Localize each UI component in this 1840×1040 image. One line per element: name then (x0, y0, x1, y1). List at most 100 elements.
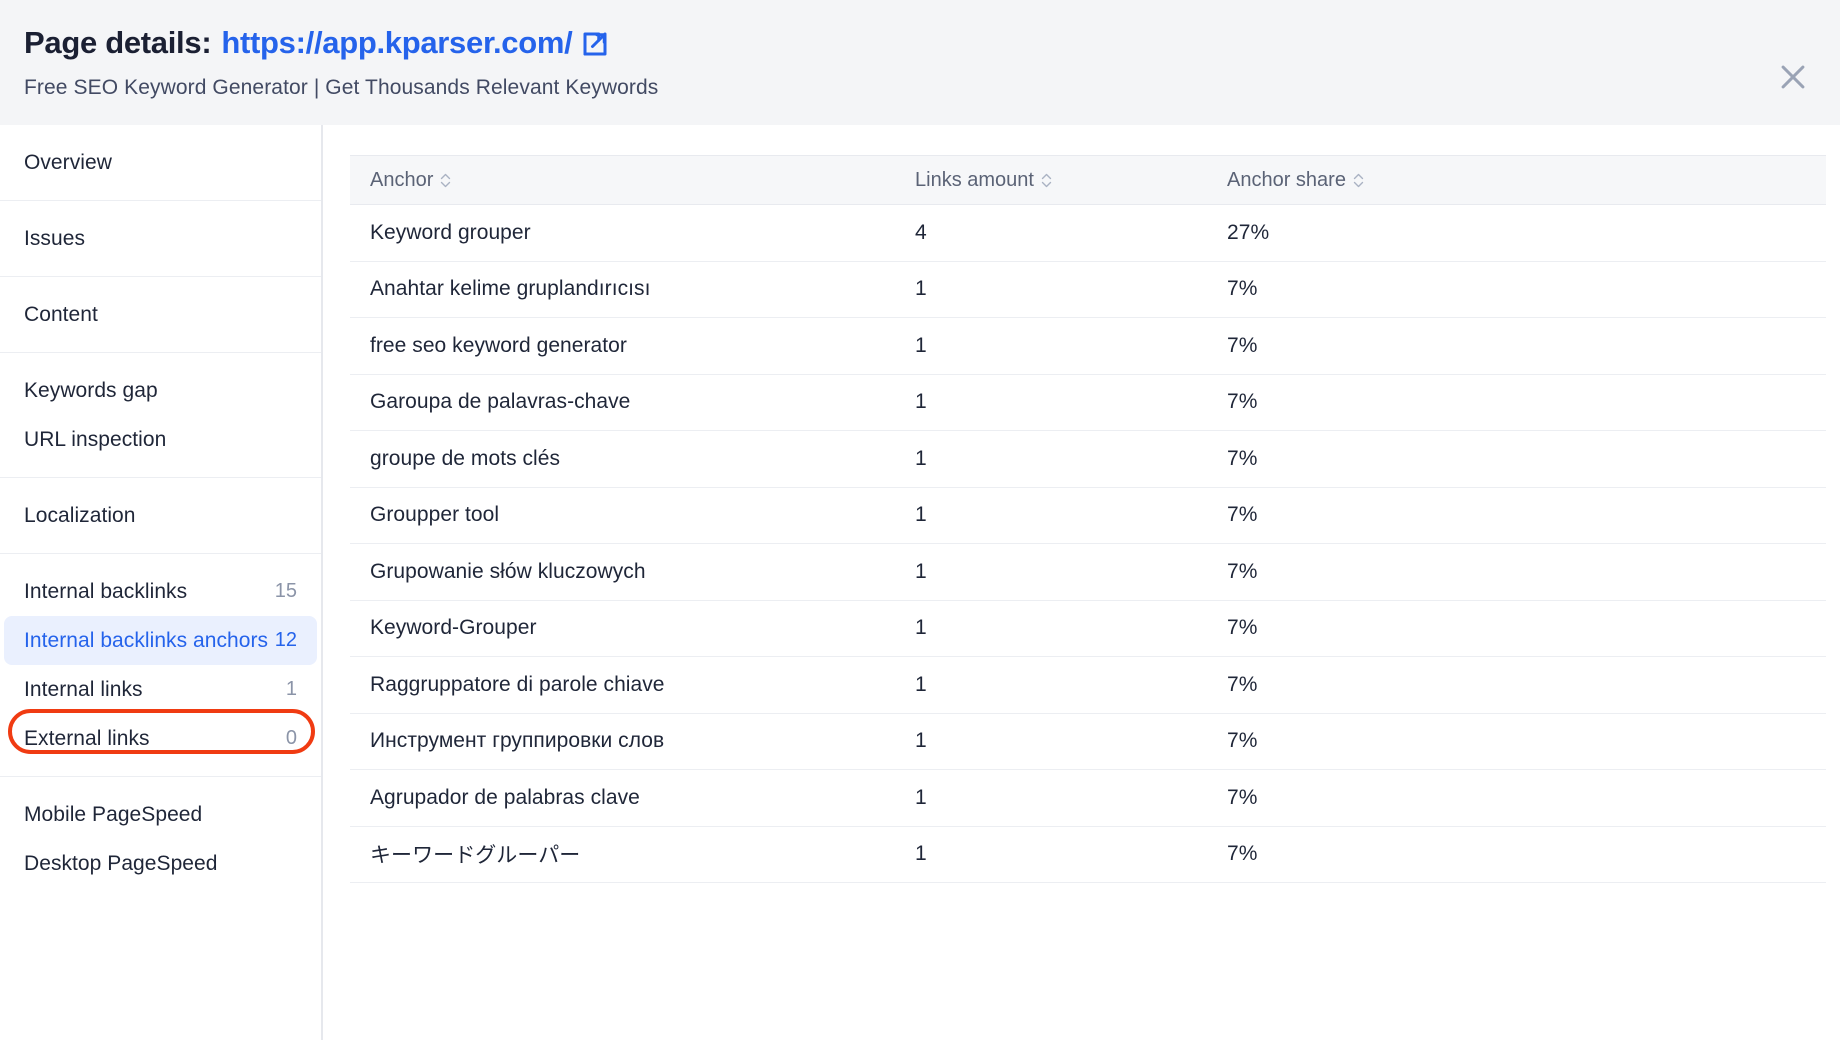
anchor-share-cell: 7% (1227, 842, 1258, 866)
page-title-prefix: Page details: (24, 25, 212, 60)
sidebar-item-label: External links (24, 726, 150, 750)
links-amount-cell: 1 (915, 785, 927, 809)
anchor-cell: free seo keyword generator (370, 333, 627, 357)
sidebar-item-count: 12 (274, 629, 297, 651)
page-details-sidebar[interactable]: Overview Issues Content Keywords gap URL ins… (0, 125, 323, 1040)
table-row[interactable]: Agrupador de palabras clave 1 7% (350, 770, 1826, 827)
anchor-cell: Raggruppatore di parole chiave (370, 672, 665, 696)
column-header-anchor-label: Anchor (370, 168, 434, 191)
sidebar-item-label: Keywords gap (24, 378, 158, 402)
sidebar-item-count: 1 (285, 678, 297, 700)
sidebar-item-internal-backlinks[interactable]: Internal backlinks 15 (0, 567, 321, 616)
sidebar-item-keywords-gap[interactable]: Keywords gap (0, 366, 321, 415)
page-subtitle: Free SEO Keyword Generator | Get Thousan… (24, 76, 659, 99)
table-row[interactable]: Garoupa de palavras-chave 1 7% (350, 375, 1826, 431)
column-header-anchor[interactable]: Anchor (350, 169, 915, 192)
sidebar-item-issues[interactable]: Issues (0, 214, 321, 263)
sidebar-item-content[interactable]: Content (0, 290, 321, 339)
table-row[interactable]: Groupper tool 1 7% (350, 488, 1826, 544)
anchor-share-cell: 7% (1227, 616, 1258, 640)
anchor-cell: Grupowanie słów kluczowych (370, 559, 646, 583)
sidebar-item-label: Desktop PageSpeed (24, 851, 218, 875)
links-amount-cell: 1 (915, 559, 927, 583)
table-row[interactable]: Anahtar kelime gruplandırıcısı 1 7% (350, 262, 1826, 318)
sidebar-item-desktop-pagespeed[interactable]: Desktop PageSpeed (0, 839, 321, 888)
anchor-share-cell: 7% (1227, 333, 1258, 357)
anchor-share-cell: 7% (1227, 390, 1258, 414)
column-header-links-amount-label: Links amount (915, 168, 1034, 191)
links-amount-cell: 1 (915, 729, 927, 753)
sort-chevron-icon[interactable] (1353, 172, 1364, 189)
links-amount-cell: 1 (915, 277, 927, 301)
sidebar-item-localization[interactable]: Localization (0, 491, 321, 540)
sidebar-item-internal-backlinks-anchors[interactable]: Internal backlinks anchors 12 (4, 616, 317, 665)
table-row[interactable]: Инструмент группировки слов 1 7% (350, 714, 1826, 770)
anchor-cell: キーワードグルーパー (370, 844, 581, 868)
sidebar-item-label: Issues (24, 226, 85, 250)
links-amount-cell: 1 (915, 446, 927, 470)
anchor-share-cell: 7% (1227, 672, 1258, 696)
sidebar-item-internal-links[interactable]: Internal links 1 (0, 665, 321, 714)
sidebar-item-label: Overview (24, 150, 112, 174)
table-row[interactable]: groupe de mots clés 1 7% (350, 431, 1826, 488)
page-title: Page details: https://app.kparser.com/ (24, 25, 610, 61)
sidebar-item-url-inspection[interactable]: URL inspection (0, 415, 321, 464)
sidebar-nav: Overview Issues Content Keywords gap URL ins… (0, 125, 321, 901)
sidebar-group: Overview (0, 125, 321, 201)
sidebar-item-label: Mobile PageSpeed (24, 802, 203, 826)
table-header-row: Anchor Links amount Anchor share (350, 155, 1826, 205)
anchor-share-cell: 7% (1227, 503, 1258, 527)
internal-backlinks-anchors-table: Anchor Links amount Anchor share Keyword… (350, 155, 1826, 883)
links-amount-cell: 4 (915, 220, 927, 244)
table-row[interactable]: キーワードグルーパー 1 7% (350, 827, 1826, 883)
anchor-cell: Groupper tool (370, 503, 500, 527)
sort-chevron-icon[interactable] (440, 172, 451, 189)
anchor-share-cell: 7% (1227, 446, 1258, 470)
sidebar-item-label: URL inspection (24, 427, 167, 451)
sidebar-group: Content (0, 277, 321, 353)
anchor-share-cell: 7% (1227, 277, 1258, 301)
links-amount-cell: 1 (915, 503, 927, 527)
sidebar-group: Issues (0, 201, 321, 277)
anchor-share-cell: 27% (1227, 220, 1270, 244)
table-row[interactable]: Raggruppatore di parole chiave 1 7% (350, 657, 1826, 714)
anchor-share-cell: 7% (1227, 729, 1258, 753)
anchor-cell: Garoupa de palavras-chave (370, 390, 631, 414)
sidebar-item-label: Content (24, 302, 98, 326)
anchor-cell: Agrupador de palabras clave (370, 785, 640, 809)
links-amount-cell: 1 (915, 842, 927, 866)
links-amount-cell: 1 (915, 672, 927, 696)
sidebar-item-external-links[interactable]: External links 0 (0, 714, 321, 763)
page-url-link[interactable]: https://app.kparser.com/ (221, 25, 572, 61)
sidebar-item-mobile-pagespeed[interactable]: Mobile PageSpeed (0, 790, 321, 839)
sidebar-item-label: Localization (24, 503, 136, 527)
table-row[interactable]: Keyword grouper 4 27% (350, 205, 1826, 262)
sidebar-item-label: Internal links (24, 677, 143, 701)
anchor-cell: Keyword grouper (370, 220, 531, 244)
sidebar-group: Keywords gap URL inspection (0, 353, 321, 478)
anchor-cell: Anahtar kelime gruplandırıcısı (370, 277, 651, 301)
table-row[interactable]: Grupowanie słów kluczowych 1 7% (350, 544, 1826, 601)
column-header-anchor-share[interactable]: Anchor share (1227, 169, 1787, 192)
column-header-links-amount[interactable]: Links amount (915, 169, 1227, 192)
column-header-anchor-share-label: Anchor share (1227, 168, 1346, 191)
table-row[interactable]: free seo keyword generator 1 7% (350, 318, 1826, 375)
page-details-header: Page details: https://app.kparser.com/ F… (0, 0, 1840, 125)
links-amount-cell: 1 (915, 333, 927, 357)
sidebar-group: Internal backlinks 15 Internal backlinks a… (0, 554, 321, 777)
external-link-icon[interactable] (580, 29, 610, 64)
links-amount-cell: 1 (915, 390, 927, 414)
sidebar-item-overview[interactable]: Overview (0, 138, 321, 187)
links-amount-cell: 1 (915, 616, 927, 640)
sort-chevron-icon[interactable] (1041, 172, 1052, 189)
sidebar-item-label: Internal backlinks anchors (24, 628, 269, 652)
table-row[interactable]: Keyword-Grouper 1 7% (350, 601, 1826, 657)
table-body: Keyword grouper 4 27% Anahtar kelime grupla… (350, 205, 1826, 883)
anchor-share-cell: 7% (1227, 559, 1258, 583)
sidebar-item-label: Internal backlinks (24, 579, 188, 603)
close-icon[interactable] (1768, 52, 1818, 102)
anchor-cell: Keyword-Grouper (370, 616, 537, 640)
sidebar-item-count: 15 (274, 580, 297, 602)
main-content-panel: Anchor Links amount Anchor share Keyword… (325, 125, 1840, 1040)
anchor-cell: groupe de mots clés (370, 446, 561, 470)
